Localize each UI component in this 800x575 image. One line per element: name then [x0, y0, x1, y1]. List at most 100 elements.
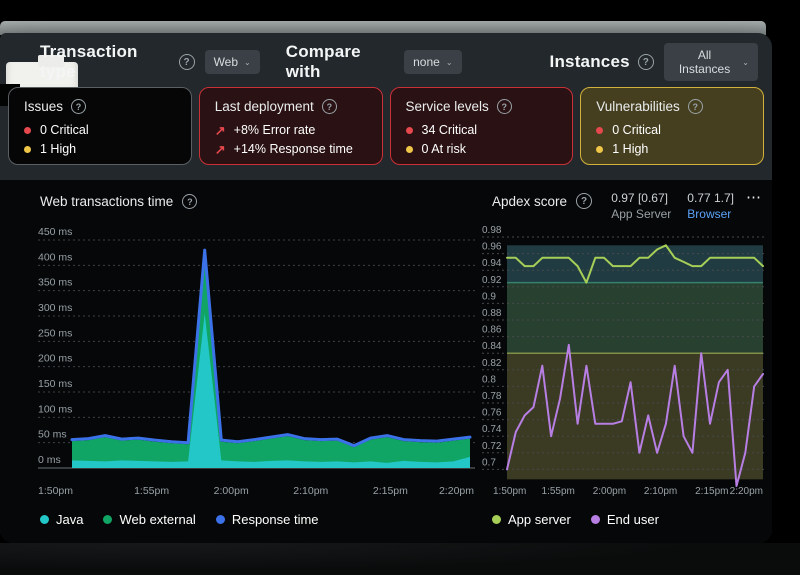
charts-panel: Web transactions time ? Apdex score ? 0.…: [0, 180, 772, 543]
svg-text:1:50pm: 1:50pm: [493, 486, 526, 497]
svg-text:2:15pm: 2:15pm: [695, 486, 728, 497]
svg-text:2:15pm: 2:15pm: [373, 485, 408, 497]
web-transactions-title: Web transactions time: [40, 194, 174, 209]
help-icon[interactable]: ?: [576, 193, 593, 209]
svg-text:400 ms: 400 ms: [38, 251, 72, 263]
issues-card[interactable]: Issues ? 0 Critical 1 High: [8, 87, 192, 165]
svg-text:0.86: 0.86: [482, 325, 502, 336]
vuln-critical-text: 0 Critical: [612, 123, 661, 137]
high-dot-icon: [596, 145, 604, 153]
high-dot-icon: [24, 145, 31, 153]
svg-text:0 ms: 0 ms: [38, 454, 61, 466]
svg-text:2:20pm: 2:20pm: [439, 485, 474, 497]
response-time-series-label: Response time: [231, 512, 319, 527]
transaction-type-dropdown[interactable]: Web ⌄: [204, 50, 260, 74]
transaction-type-label: Transaction type: [40, 42, 138, 81]
web-transactions-legend: Java Web external Response time: [40, 512, 319, 527]
app-server-series-dot-icon: [492, 515, 501, 524]
help-icon[interactable]: ?: [178, 54, 195, 70]
svg-text:450 ms: 450 ms: [38, 226, 72, 238]
apdex-browser-value: 0.77 1.7]: [687, 191, 734, 205]
apdex-app-server-value: 0.97 [0.67]: [611, 191, 668, 205]
help-icon[interactable]: ?: [182, 194, 198, 209]
svg-text:0.92: 0.92: [482, 275, 502, 286]
svg-text:1:55pm: 1:55pm: [134, 485, 169, 497]
chevron-down-icon: ⌄: [244, 57, 251, 67]
service-at-risk-text: 0 At risk: [421, 142, 466, 156]
svg-text:0.9: 0.9: [482, 291, 496, 302]
svg-text:0.96: 0.96: [482, 242, 502, 253]
web-external-series-label: Web external: [119, 512, 196, 527]
help-icon[interactable]: ?: [687, 99, 703, 114]
vulnerabilities-card[interactable]: Vulnerabilities ? 0 Critical 1 High: [580, 87, 764, 165]
help-icon[interactable]: ?: [321, 99, 337, 114]
status-cards-row: Issues ? 0 Critical 1 High Last deployme…: [0, 87, 772, 165]
service-levels-card-title: Service levels: [405, 99, 489, 114]
compare-with-value: none: [413, 55, 440, 69]
legend-item-app-server[interactable]: App server: [492, 512, 571, 527]
svg-text:200 ms: 200 ms: [38, 353, 72, 365]
service-at-risk-item: 0 At risk: [405, 142, 558, 156]
apdex-header: Apdex score ? 0.97 [0.67] App Server 0.7…: [492, 190, 762, 222]
last-deployment-card[interactable]: Last deployment ? ↗ +8% Error rate ↗ +14…: [198, 87, 383, 165]
issues-high-text: 1 High: [40, 142, 77, 156]
svg-text:350 ms: 350 ms: [38, 277, 72, 289]
svg-text:0.8: 0.8: [482, 374, 496, 385]
svg-text:1:50pm: 1:50pm: [38, 485, 73, 497]
legend-item-java[interactable]: Java: [40, 512, 83, 527]
toolbar: Transaction type ? Web ⌄ Compare with no…: [0, 33, 772, 87]
response-time-series-dot-icon: [215, 515, 225, 524]
desktop-background: Transaction type ? Web ⌄ Compare with no…: [0, 0, 800, 575]
vulnerabilities-card-title: Vulnerabilities: [596, 99, 680, 114]
svg-text:0.98: 0.98: [482, 226, 502, 236]
critical-dot-icon: [405, 126, 413, 134]
web-transactions-chart[interactable]: 0 ms 50 ms 100 ms 150 ms 200 ms 250 ms 300 ms 3…: [36, 222, 477, 502]
trend-up-icon: ↗: [214, 122, 226, 138]
svg-text:0.72: 0.72: [482, 441, 502, 452]
chevron-down-icon: ⌄: [742, 57, 749, 67]
apdex-app-server-label: App Server: [611, 207, 672, 222]
svg-text:2:00pm: 2:00pm: [214, 485, 249, 497]
transaction-type-value: Web: [213, 55, 239, 69]
svg-text:50 ms: 50 ms: [38, 429, 67, 441]
critical-dot-icon: [596, 126, 604, 134]
instances-label: Instances: [549, 52, 630, 71]
last-deployment-card-title: Last deployment: [214, 99, 314, 114]
svg-text:0.7: 0.7: [482, 457, 496, 468]
response-time-item: ↗ +14% Response time: [215, 142, 367, 156]
apdex-chart[interactable]: 0.98 0.96 0.94 0.92 0.9 0.88 0.86 0.84 0.82 0.8 0.…: [480, 226, 766, 498]
instances-value: All Instances: [678, 48, 731, 76]
apdex-legend: App server End user: [492, 512, 659, 527]
svg-text:2:10pm: 2:10pm: [293, 485, 328, 497]
svg-text:2:00pm: 2:00pm: [593, 486, 626, 497]
compare-with-dropdown[interactable]: none ⌄: [404, 50, 462, 74]
svg-text:250 ms: 250 ms: [38, 327, 72, 339]
service-critical-text: 34 Critical: [421, 123, 478, 137]
svg-text:0.74: 0.74: [482, 424, 502, 435]
help-icon[interactable]: ?: [637, 54, 654, 70]
critical-dot-icon: [24, 126, 31, 134]
help-icon[interactable]: ?: [71, 99, 87, 114]
chevron-down-icon: ⌄: [445, 57, 453, 67]
vuln-high-item: 1 High: [596, 142, 748, 156]
trend-up-icon: ↗: [214, 141, 226, 157]
issues-critical-item: 0 Critical: [24, 123, 176, 137]
issues-critical-text: 0 Critical: [40, 123, 89, 137]
response-time-text: +14% Response time: [233, 142, 353, 156]
svg-text:0.78: 0.78: [482, 391, 502, 402]
service-levels-card[interactable]: Service levels ? 34 Critical 0 At risk: [389, 87, 574, 165]
legend-item-web-external[interactable]: Web external: [103, 512, 196, 527]
svg-text:0.84: 0.84: [482, 341, 502, 352]
more-options-icon[interactable]: ⋯: [746, 190, 762, 205]
apdex-browser-metric: 0.77 1.7] Browser: [687, 190, 734, 222]
java-series-label: Java: [56, 512, 84, 527]
service-critical-item: 34 Critical: [405, 123, 558, 137]
instances-dropdown[interactable]: All Instances ⌄: [663, 43, 758, 81]
legend-item-response-time[interactable]: Response time: [215, 512, 319, 527]
issues-card-title: Issues: [24, 99, 64, 114]
java-series-dot-icon: [40, 515, 49, 524]
legend-item-end-user[interactable]: End user: [590, 512, 659, 527]
svg-text:0.88: 0.88: [482, 308, 502, 319]
apdex-browser-link[interactable]: Browser: [687, 206, 734, 222]
help-icon[interactable]: ?: [496, 99, 512, 114]
